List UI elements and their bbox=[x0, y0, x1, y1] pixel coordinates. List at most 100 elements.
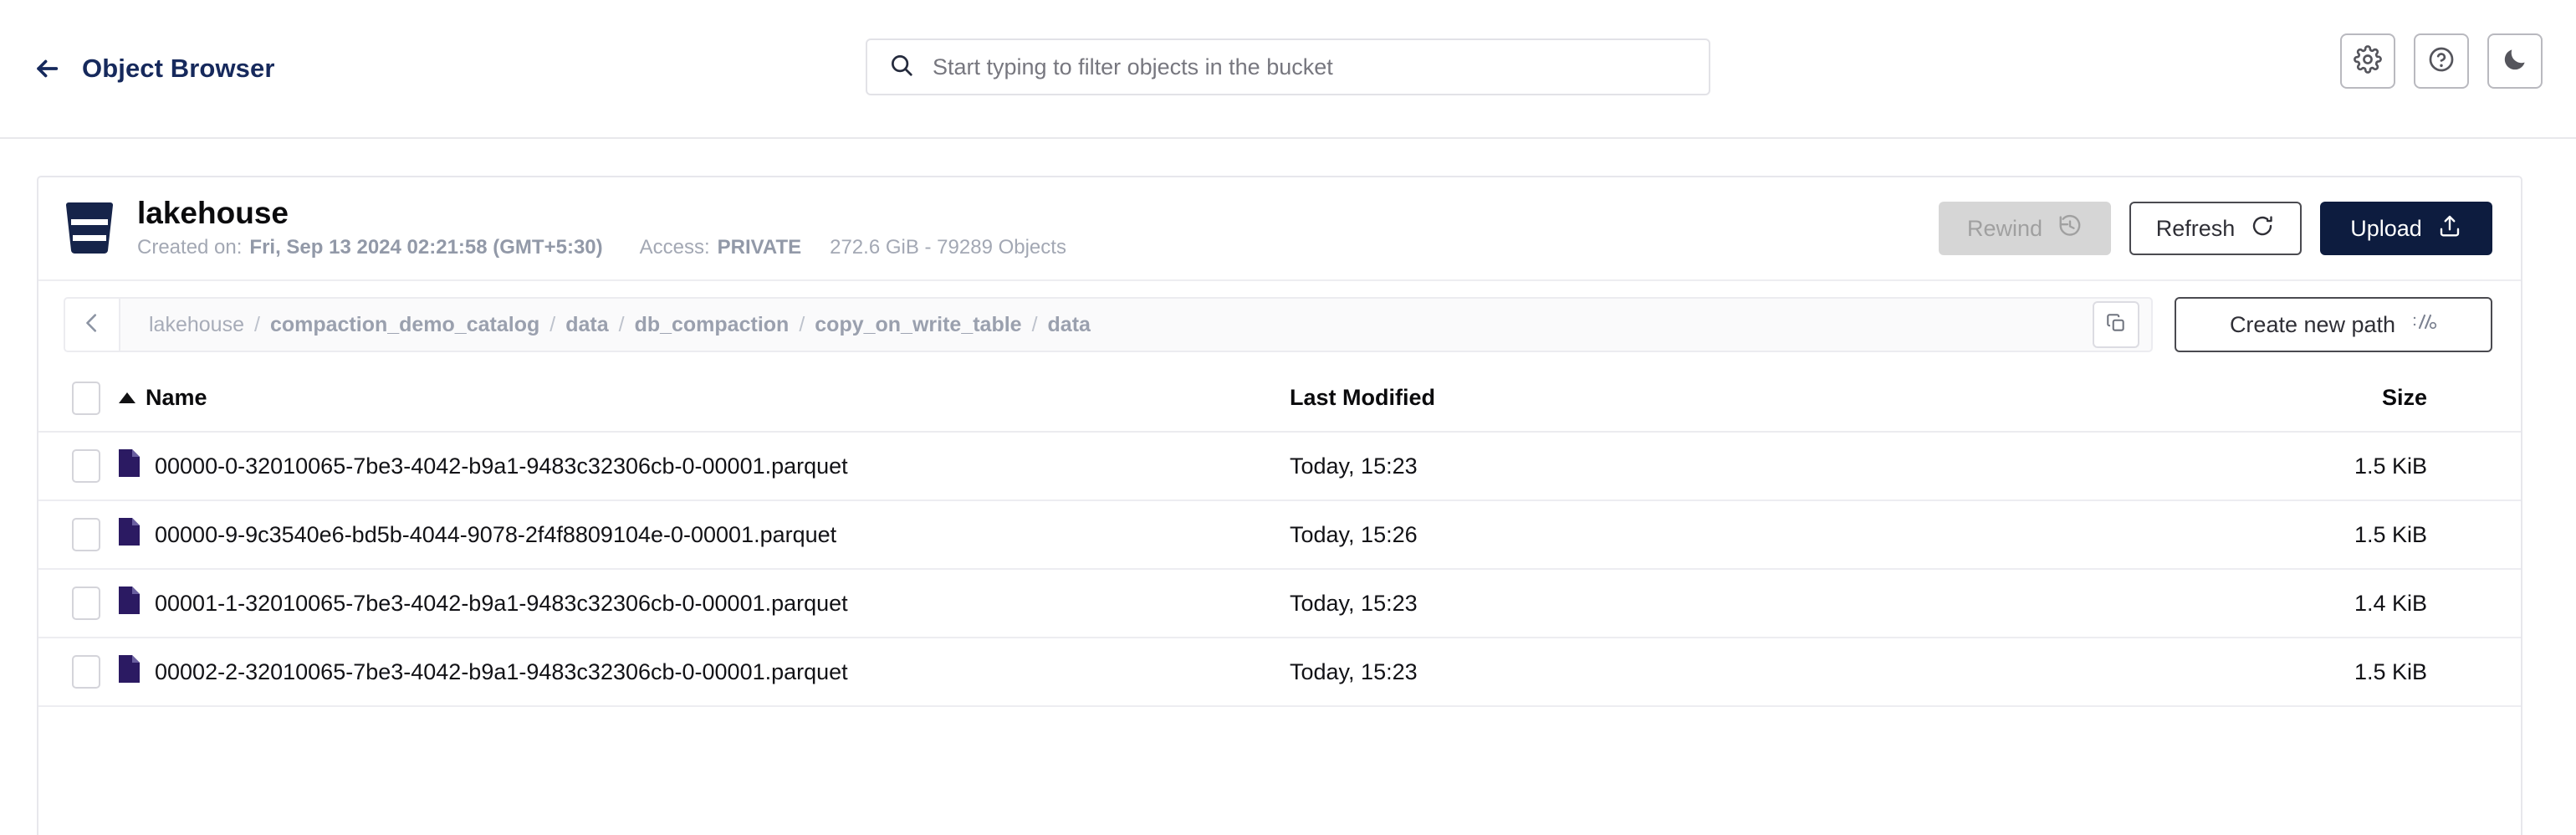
caret-up-icon bbox=[119, 392, 135, 403]
create-new-path-label: Create new path bbox=[2229, 311, 2396, 337]
objects-table: Name Last Modified Size 00000-0-32010065… bbox=[38, 368, 2521, 707]
row-checkbox[interactable] bbox=[72, 518, 100, 551]
row-size: 1.5 KiB bbox=[2354, 453, 2427, 479]
table-row[interactable]: 00001-1-32010065-7be3-4042-b9a1-9483c323… bbox=[38, 569, 2521, 638]
breadcrumb-segment-2[interactable]: data bbox=[565, 313, 608, 337]
top-bar: Object Browser bbox=[0, 0, 2576, 139]
breadcrumb-segment-3[interactable]: db_compaction bbox=[635, 313, 790, 337]
breadcrumb-separator: / bbox=[799, 312, 805, 336]
copy-path-button[interactable] bbox=[2093, 301, 2139, 348]
bucket-usage: 272.6 GiB - 79289 Objects bbox=[830, 236, 1066, 259]
size-column-header[interactable]: Size bbox=[2042, 368, 2521, 433]
row-select-cell bbox=[38, 638, 119, 706]
access-value: PRIVATE bbox=[717, 236, 802, 259]
topbar-actions bbox=[2340, 33, 2543, 89]
row-select-cell bbox=[38, 432, 119, 500]
row-name-cell: 00002-2-32010065-7be3-4042-b9a1-9483c323… bbox=[119, 638, 1290, 706]
rewind-button-label: Rewind bbox=[1966, 215, 2043, 241]
bucket-icon bbox=[64, 197, 115, 260]
row-last-modified: Today, 15:26 bbox=[1290, 521, 1418, 547]
parquet-file-icon bbox=[119, 587, 140, 620]
rewind-button[interactable]: Rewind bbox=[1939, 202, 2111, 255]
objects-table-head: Name Last Modified Size bbox=[38, 368, 2521, 433]
bucket-actions: Rewind Refresh Upload bbox=[1939, 202, 2492, 255]
back-to-object-browser[interactable]: Object Browser bbox=[30, 52, 275, 85]
breadcrumb-row: lakehouse / compaction_demo_catalog / da… bbox=[38, 281, 2521, 368]
gear-icon bbox=[2354, 44, 2382, 78]
created-on-value: Fri, Sep 13 2024 02:21:58 (GMT+5:30) bbox=[249, 236, 603, 259]
last-modified-column-header[interactable]: Last Modified bbox=[1290, 368, 2042, 433]
search-box[interactable] bbox=[866, 38, 1710, 95]
table-row[interactable]: 00000-9-9c3540e6-bd5b-4044-9078-2f4f8809… bbox=[38, 500, 2521, 569]
breadcrumb-segment-1[interactable]: compaction_demo_catalog bbox=[270, 313, 539, 337]
breadcrumb-segment-5[interactable]: data bbox=[1048, 313, 1091, 337]
bucket-name: lakehouse bbox=[137, 196, 289, 230]
page-title: Object Browser bbox=[82, 54, 275, 83]
name-column-label: Name bbox=[146, 385, 207, 410]
row-checkbox[interactable] bbox=[72, 587, 100, 620]
breadcrumb-bar: lakehouse / compaction_demo_catalog / da… bbox=[119, 297, 2153, 352]
row-size: 1.4 KiB bbox=[2354, 590, 2427, 616]
table-header-row: Name Last Modified Size bbox=[38, 368, 2521, 433]
upload-icon bbox=[2437, 213, 2462, 244]
chevron-left-icon bbox=[79, 310, 105, 340]
created-on-label: Created on: bbox=[137, 236, 243, 259]
upload-button[interactable]: Upload bbox=[2320, 202, 2492, 255]
upload-button-label: Upload bbox=[2350, 215, 2422, 241]
file-name: 00002-2-32010065-7be3-4042-b9a1-9483c323… bbox=[155, 658, 848, 684]
refresh-button-label: Refresh bbox=[2155, 215, 2236, 241]
breadcrumb-separator: / bbox=[253, 312, 260, 336]
select-all-header bbox=[38, 368, 119, 433]
bucket-subinfo: Created on: Fri, Sep 13 2024 02:21:58 (G… bbox=[137, 236, 1066, 259]
row-select-cell bbox=[38, 569, 119, 638]
row-last-modified: Today, 15:23 bbox=[1290, 590, 1418, 616]
table-row[interactable]: 00002-2-32010065-7be3-4042-b9a1-9483c323… bbox=[38, 638, 2521, 706]
objects-table-body: 00000-0-32010065-7be3-4042-b9a1-9483c323… bbox=[38, 432, 2521, 706]
settings-button[interactable] bbox=[2340, 33, 2395, 89]
access-label: Access: bbox=[639, 236, 710, 259]
table-row[interactable]: 00000-0-32010065-7be3-4042-b9a1-9483c323… bbox=[38, 432, 2521, 500]
breadcrumb: lakehouse / compaction_demo_catalog / da… bbox=[149, 313, 2084, 337]
name-column-header[interactable]: Name bbox=[119, 368, 1290, 433]
bucket-meta: lakehouse Created on: Fri, Sep 13 2024 0… bbox=[137, 197, 1066, 259]
row-size: 1.5 KiB bbox=[2354, 658, 2427, 684]
breadcrumb-separator: / bbox=[618, 312, 625, 336]
arrow-left-icon bbox=[30, 52, 64, 85]
file-name: 00000-0-32010065-7be3-4042-b9a1-9483c323… bbox=[155, 453, 848, 479]
bucket-header: lakehouse Created on: Fri, Sep 13 2024 0… bbox=[38, 177, 2521, 281]
search-icon bbox=[889, 53, 914, 82]
row-name-cell: 00001-1-32010065-7be3-4042-b9a1-9483c323… bbox=[119, 569, 1290, 638]
page-body: lakehouse Created on: Fri, Sep 13 2024 0… bbox=[0, 139, 2576, 835]
dark-mode-button[interactable] bbox=[2487, 33, 2543, 89]
select-all-checkbox[interactable] bbox=[72, 381, 100, 415]
row-last-modified: Today, 15:23 bbox=[1290, 453, 1418, 479]
breadcrumb-segment-4[interactable]: copy_on_write_table bbox=[815, 313, 1021, 337]
row-size: 1.5 KiB bbox=[2354, 521, 2427, 547]
file-name: 00000-9-9c3540e6-bd5b-4044-9078-2f4f8809… bbox=[155, 521, 837, 547]
parquet-file-icon bbox=[119, 449, 140, 483]
refresh-button[interactable]: Refresh bbox=[2129, 202, 2302, 255]
moon-icon bbox=[2501, 45, 2529, 78]
file-name: 00001-1-32010065-7be3-4042-b9a1-9483c323… bbox=[155, 590, 848, 616]
parquet-file-icon bbox=[119, 655, 140, 689]
help-button[interactable] bbox=[2414, 33, 2469, 89]
rewind-clock-icon bbox=[2057, 213, 2083, 244]
row-checkbox[interactable] bbox=[72, 449, 100, 483]
copy-icon bbox=[2105, 312, 2127, 338]
row-name-cell: 00000-0-32010065-7be3-4042-b9a1-9483c323… bbox=[119, 432, 1290, 500]
row-name-cell: 00000-9-9c3540e6-bd5b-4044-9078-2f4f8809… bbox=[119, 500, 1290, 569]
bucket-browser-card: lakehouse Created on: Fri, Sep 13 2024 0… bbox=[37, 176, 2522, 835]
row-last-modified: Today, 15:23 bbox=[1290, 658, 1418, 684]
breadcrumb-separator: / bbox=[1031, 312, 1038, 336]
row-checkbox[interactable] bbox=[72, 655, 100, 689]
breadcrumb-separator: / bbox=[549, 312, 556, 336]
breadcrumb-back-button[interactable] bbox=[64, 297, 119, 352]
parquet-file-icon bbox=[119, 518, 140, 551]
create-new-path-button[interactable]: Create new path bbox=[2175, 297, 2492, 352]
row-select-cell bbox=[38, 500, 119, 569]
refresh-icon bbox=[2250, 213, 2275, 244]
search-input[interactable] bbox=[933, 54, 1687, 80]
question-circle-icon bbox=[2427, 45, 2456, 78]
path-slash-icon bbox=[2412, 311, 2437, 339]
breadcrumb-segment-0[interactable]: lakehouse bbox=[149, 313, 244, 337]
